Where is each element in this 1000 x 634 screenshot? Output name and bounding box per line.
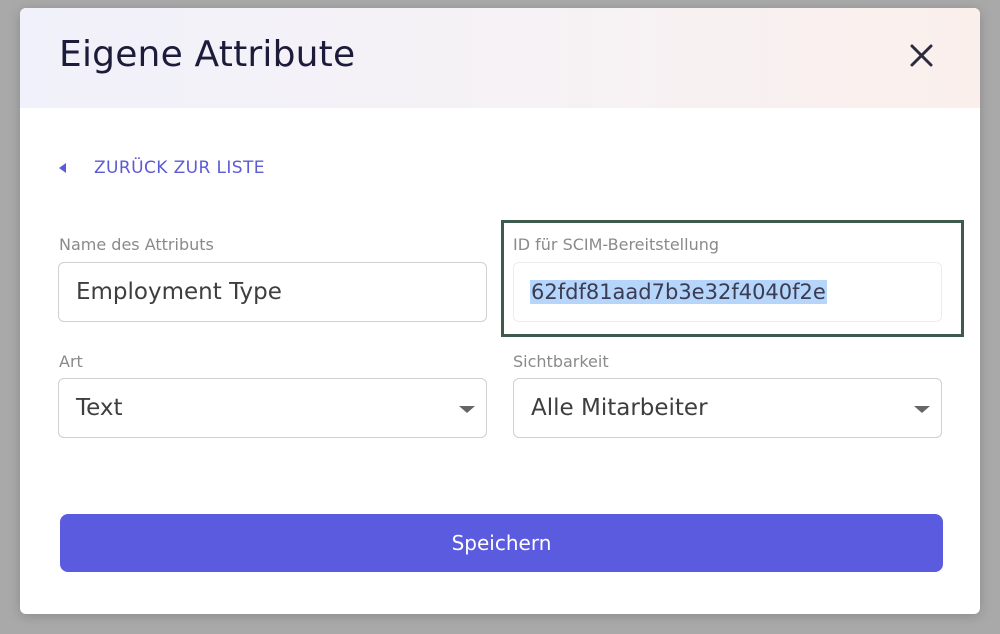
visibility-label: Sichtbarkeit — [513, 352, 609, 371]
back-to-list-link[interactable]: ZURÜCK ZUR LISTE — [57, 156, 265, 180]
type-select[interactable]: Text — [58, 378, 487, 438]
visibility-select-value: Alle Mitarbeiter — [531, 395, 708, 421]
type-select-value: Text — [76, 395, 123, 421]
modal-header: Eigene Attribute — [20, 8, 980, 108]
close-icon — [910, 44, 933, 67]
back-to-list-label: ZURÜCK ZUR LISTE — [94, 158, 265, 178]
caret-down-icon — [914, 406, 930, 413]
type-label: Art — [59, 352, 83, 371]
attribute-name-input[interactable]: Employment Type — [58, 262, 487, 322]
close-button[interactable] — [902, 36, 942, 76]
scim-id-highlight-frame — [501, 220, 964, 337]
attribute-modal: Eigene Attribute ZURÜCK ZUR LISTE Name d… — [20, 8, 980, 614]
attribute-name-label: Name des Attributs — [59, 235, 214, 254]
attribute-name-value: Employment Type — [76, 279, 282, 305]
modal-title: Eigene Attribute — [59, 34, 356, 75]
caret-left-icon — [59, 163, 66, 173]
visibility-select[interactable]: Alle Mitarbeiter — [513, 378, 942, 438]
caret-down-icon — [459, 406, 475, 413]
save-button[interactable]: Speichern — [60, 514, 943, 572]
